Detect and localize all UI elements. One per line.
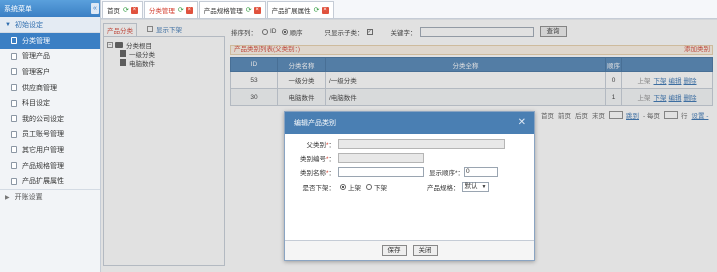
- sidebar-item-label: 我的公司设定: [22, 115, 64, 123]
- sidebar-item-label: 产品扩展属性: [22, 178, 64, 186]
- document-icon: [11, 146, 17, 154]
- save-button[interactable]: 保存: [381, 245, 407, 256]
- display-order-label: 显示顺序*：: [429, 170, 465, 177]
- category-name-label: 类别名称*：: [299, 170, 335, 177]
- app-root: 系统菜单 « ▼ 初始设定 分类管理管理产品管理客户供应商管理科目设定我的公司设…: [0, 0, 717, 272]
- refresh-icon[interactable]: ⟳: [123, 6, 129, 14]
- category-id-field: [338, 153, 424, 163]
- offline-row: 是否下架： 上架 下架 产品规格： 默认 ▼: [287, 182, 490, 192]
- offline-down-label: 下架: [374, 185, 387, 192]
- sidebar-group-label: 开账设置: [14, 194, 43, 202]
- close-icon[interactable]: ✕: [518, 117, 526, 128]
- document-icon: [11, 115, 17, 123]
- tab-label: 分类管理: [148, 8, 175, 15]
- refresh-icon[interactable]: ⟳: [246, 6, 252, 14]
- parent-category-label: 父类别*：: [306, 142, 335, 149]
- parent-category-field: [338, 139, 505, 149]
- close-icon[interactable]: ×: [185, 6, 193, 14]
- spec-select-value: 默认: [464, 183, 478, 190]
- sidebar-item-label: 科目设定: [22, 100, 50, 108]
- display-order-input[interactable]: 0: [464, 167, 499, 177]
- document-icon: [11, 84, 17, 92]
- document-icon: [11, 68, 17, 76]
- sidebar-group-label: 初始设定: [14, 21, 43, 29]
- sidebar-item-label: 供应商管理: [22, 84, 57, 92]
- offline-down-radio[interactable]: [366, 184, 372, 190]
- document-icon: [11, 162, 17, 170]
- sidebar-item[interactable]: 员工账号管理: [0, 127, 100, 143]
- tab[interactable]: 产品规格管理 ⟳ ×: [198, 1, 266, 18]
- spec-select[interactable]: 默认 ▼: [461, 182, 490, 192]
- sidebar-item[interactable]: 我的公司设定: [0, 111, 100, 127]
- document-icon: [11, 37, 17, 45]
- dialog-title: 编辑产品类别: [294, 120, 336, 127]
- caret-down-icon: ▼: [5, 21, 11, 28]
- sidebar-item[interactable]: 其它用户管理: [0, 142, 100, 158]
- sidebar-title: 系统菜单 «: [0, 0, 100, 17]
- sidebar-item-label: 产品规格管理: [22, 162, 64, 170]
- tab-label: 产品规格管理: [203, 8, 243, 15]
- edit-category-dialog: 编辑产品类别 ✕ 父类别*： 类别编号*： 类别名称*： 显示顺序*： 0 是否…: [284, 111, 535, 261]
- sidebar-item[interactable]: 管理客户: [0, 64, 100, 80]
- offline-label: 是否下架：: [302, 185, 336, 192]
- sidebar-item-label: 管理客户: [22, 68, 50, 76]
- document-icon: [11, 130, 17, 138]
- tab-bar: 首页 ⟳ × 分类管理 ⟳ × 产品规格管理 ⟳ × 产品扩展属性 ⟳ ×: [101, 0, 717, 19]
- category-id-label: 类别编号*：: [299, 156, 335, 163]
- sidebar-item[interactable]: 科目设定: [0, 95, 100, 111]
- sidebar-item-label: 其它用户管理: [22, 146, 64, 154]
- tab[interactable]: 分类管理 ⟳ ×: [143, 1, 198, 18]
- offline-up-label: 上架: [348, 185, 361, 192]
- sidebar-item[interactable]: 供应商管理: [0, 80, 100, 96]
- sidebar-item-label: 管理产品: [22, 53, 50, 61]
- category-name-input[interactable]: [338, 167, 424, 177]
- category-name-row: 类别名称*： 显示顺序*： 0: [287, 167, 499, 177]
- dialog-title-bar: 编辑产品类别 ✕: [285, 112, 534, 134]
- sidebar-group-initial[interactable]: ▼ 初始设定: [0, 17, 100, 33]
- collapse-sidebar-icon[interactable]: «: [91, 3, 99, 14]
- sidebar-item[interactable]: 产品规格管理: [0, 158, 100, 174]
- close-button[interactable]: 关闭: [412, 245, 438, 256]
- document-icon: [11, 177, 17, 185]
- close-icon[interactable]: ×: [130, 6, 138, 14]
- tab[interactable]: 首页 ⟳ ×: [102, 1, 143, 18]
- offline-up-radio[interactable]: [340, 184, 346, 190]
- document-icon: [11, 99, 17, 107]
- tab[interactable]: 产品扩展属性 ⟳ ×: [266, 1, 334, 18]
- tab-label: 产品扩展属性: [271, 8, 311, 15]
- sidebar: 系统菜单 « ▼ 初始设定 分类管理管理产品管理客户供应商管理科目设定我的公司设…: [0, 0, 101, 272]
- sidebar-group-opening[interactable]: ▶ 开账设置: [0, 188, 100, 205]
- sidebar-title-label: 系统菜单: [4, 5, 32, 13]
- sidebar-item[interactable]: 产品扩展属性: [0, 173, 100, 189]
- close-icon[interactable]: ×: [253, 6, 261, 14]
- close-icon[interactable]: ×: [321, 6, 329, 14]
- tab-label: 首页: [107, 8, 120, 15]
- caret-right-icon: ▶: [5, 194, 10, 201]
- chevron-down-icon: ▼: [481, 184, 487, 190]
- refresh-icon[interactable]: ⟳: [314, 6, 320, 14]
- sidebar-item-label: 分类管理: [22, 37, 50, 45]
- sidebar-item-label: 员工账号管理: [22, 131, 64, 139]
- sidebar-item[interactable]: 分类管理: [0, 33, 100, 49]
- dialog-footer: 保存 关闭: [285, 240, 534, 260]
- document-icon: [11, 52, 17, 60]
- refresh-icon[interactable]: ⟳: [178, 6, 184, 14]
- spec-label: 产品规格：: [427, 185, 460, 192]
- sidebar-item[interactable]: 管理产品: [0, 49, 100, 65]
- category-id-row: 类别编号*：: [287, 153, 424, 163]
- parent-category-row: 父类别*：: [287, 139, 505, 149]
